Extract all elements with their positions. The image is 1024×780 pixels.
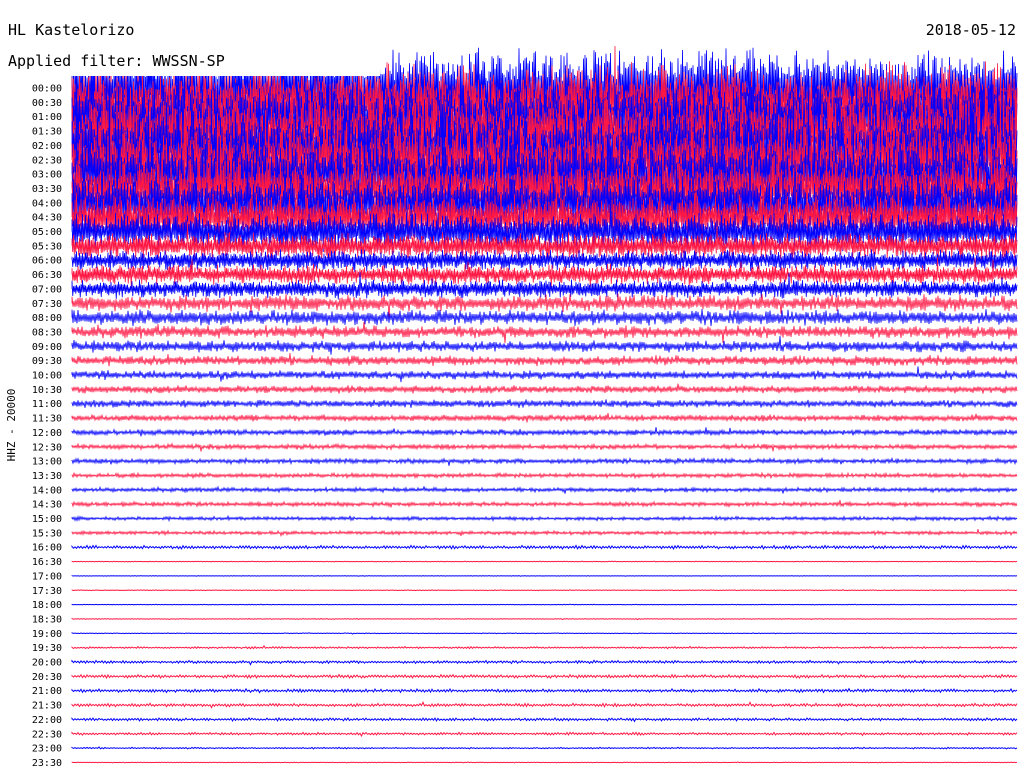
trace-1200	[71, 427, 1018, 437]
trace-1300	[71, 456, 1018, 466]
row-label-2130: 21:30	[32, 701, 62, 712]
trace-2030	[71, 673, 1018, 680]
trace-1830	[71, 617, 1018, 621]
filter-subtitle: Applied filter: WWSSN-SP	[8, 52, 225, 70]
date-label: 2018-05-12	[926, 21, 1016, 39]
channel-axis-label: HHZ - 20000	[5, 389, 18, 462]
row-label-2000: 20:00	[32, 658, 62, 669]
trace-1730	[71, 589, 1018, 592]
row-label-1800: 18:00	[32, 600, 62, 611]
trace-1430	[71, 500, 1018, 509]
row-label-0630: 06:30	[32, 270, 62, 281]
traces-layer	[71, 32, 1018, 764]
row-label-1000: 10:00	[32, 371, 62, 382]
row-label-0330: 03:30	[32, 184, 62, 195]
row-label-0000: 00:00	[32, 84, 62, 95]
row-time-labels: 00:00 00:30 01:00 01:30 02:00 02:30 03:00 03:30…	[32, 84, 62, 769]
row-label-1030: 10:30	[32, 385, 62, 396]
row-label-1230: 12:30	[32, 442, 62, 453]
row-label-0030: 00:30	[32, 98, 62, 109]
trace-1130	[71, 412, 1018, 423]
row-label-2200: 22:00	[32, 715, 62, 726]
trace-0730	[71, 293, 1018, 319]
row-label-0530: 05:30	[32, 241, 62, 252]
row-label-0230: 02:30	[32, 155, 62, 166]
trace-2200	[71, 716, 1018, 723]
trace-1500	[71, 514, 1018, 523]
row-label-0200: 02:00	[32, 141, 62, 152]
trace-0800	[71, 308, 1018, 327]
row-label-1700: 17:00	[32, 571, 62, 582]
row-label-0500: 05:00	[32, 227, 62, 238]
row-label-2330: 23:30	[32, 758, 62, 769]
row-label-0930: 09:30	[32, 356, 62, 367]
row-label-1400: 14:00	[32, 485, 62, 496]
row-label-0100: 01:00	[32, 112, 62, 123]
row-label-0900: 09:00	[32, 342, 62, 353]
row-label-1730: 17:30	[32, 586, 62, 597]
row-label-0600: 06:00	[32, 256, 62, 267]
row-label-0300: 03:00	[32, 170, 62, 181]
trace-1000	[71, 366, 1018, 383]
row-label-1830: 18:30	[32, 614, 62, 625]
trace-2300	[71, 746, 1018, 750]
trace-2130	[71, 701, 1018, 709]
row-label-0430: 04:30	[32, 213, 62, 224]
row-label-1500: 15:00	[32, 514, 62, 525]
trace-1700	[71, 575, 1018, 577]
row-label-2300: 23:00	[32, 744, 62, 755]
trace-2100	[71, 687, 1018, 694]
trace-1530	[71, 529, 1018, 538]
row-label-2100: 21:00	[32, 686, 62, 697]
row-label-1900: 19:00	[32, 629, 62, 640]
trace-0900	[71, 335, 1018, 355]
row-label-0830: 08:30	[32, 327, 62, 338]
trace-1630	[71, 560, 1018, 563]
row-label-1430: 14:30	[32, 500, 62, 511]
row-label-2230: 22:30	[32, 729, 62, 740]
trace-1330	[71, 471, 1018, 480]
trace-1100	[71, 399, 1018, 409]
row-label-1930: 19:30	[32, 643, 62, 654]
trace-1400	[71, 485, 1018, 494]
trace-1230	[71, 442, 1018, 452]
row-label-1600: 16:00	[32, 543, 62, 554]
row-label-1300: 13:00	[32, 457, 62, 468]
trace-1900	[71, 632, 1018, 635]
row-label-0700: 07:00	[32, 284, 62, 295]
row-label-0130: 01:30	[32, 127, 62, 138]
trace-1930	[71, 644, 1018, 650]
row-label-2030: 20:30	[32, 672, 62, 683]
row-label-0400: 04:00	[32, 198, 62, 209]
trace-2230	[71, 731, 1018, 738]
trace-1800	[71, 603, 1018, 606]
trace-0930	[71, 353, 1018, 367]
trace-0830	[71, 321, 1018, 344]
trace-2330	[71, 761, 1018, 764]
row-label-1330: 13:30	[32, 471, 62, 482]
trace-1030	[71, 383, 1018, 394]
row-label-1630: 16:30	[32, 557, 62, 568]
row-label-1530: 15:30	[32, 528, 62, 539]
helicorder-chart: HL Kastelorizo Applied filter: WWSSN-SP …	[0, 0, 1020, 769]
row-label-1130: 11:30	[32, 414, 62, 425]
row-label-0730: 07:30	[32, 299, 62, 310]
row-label-1100: 11:00	[32, 399, 62, 410]
row-label-0800: 08:00	[32, 313, 62, 324]
trace-1600	[71, 544, 1018, 550]
row-label-1200: 12:00	[32, 428, 62, 439]
station-title: HL Kastelorizo	[8, 21, 134, 39]
trace-2000	[71, 659, 1018, 666]
